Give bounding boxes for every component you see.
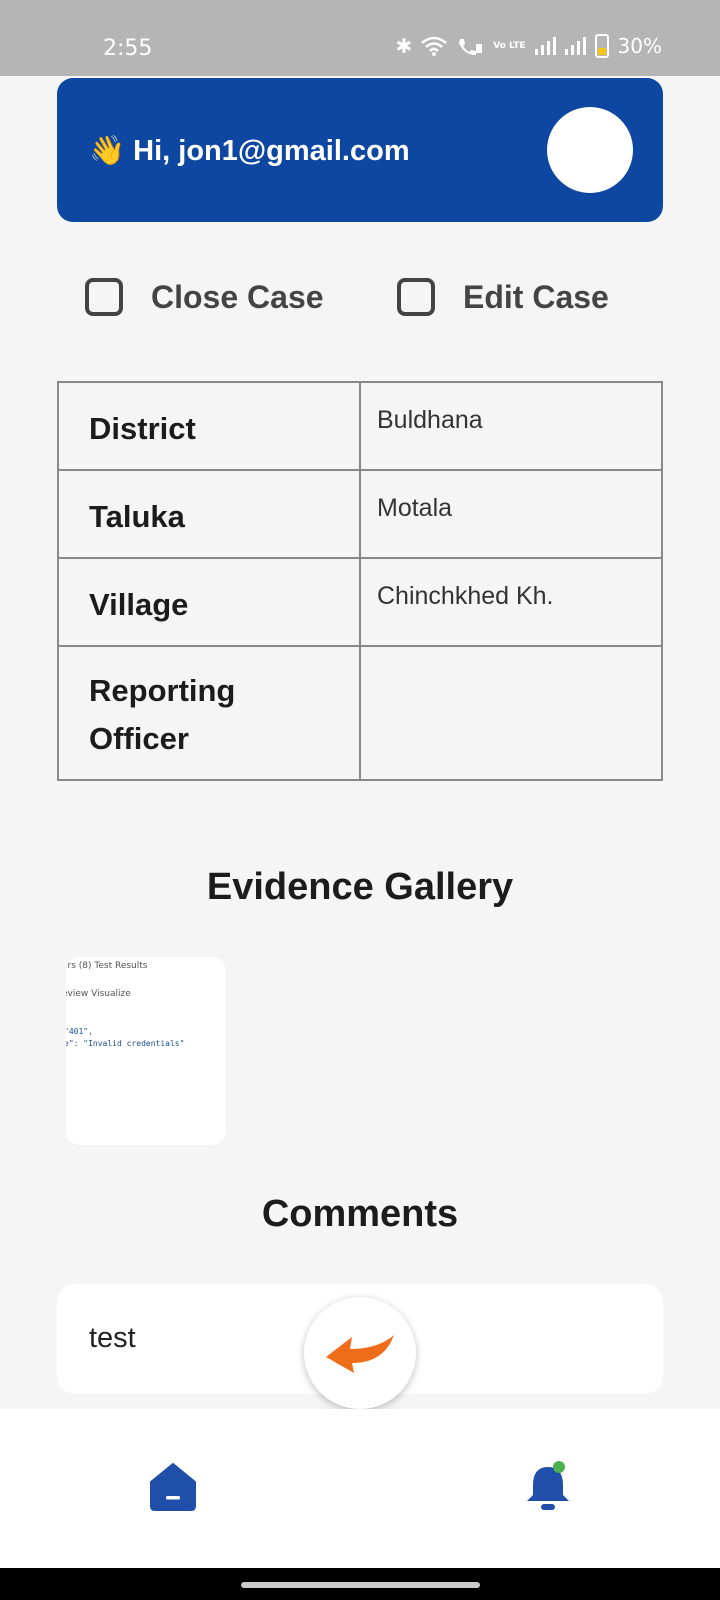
wifi-calling-icon	[459, 39, 483, 55]
greeting-card: 👋 Hi, jon1@gmail.com	[57, 78, 663, 222]
detail-value	[359, 645, 663, 781]
thumb-code-line: e": "Invalid credentials"	[66, 1039, 185, 1048]
detail-label: Taluka	[57, 469, 361, 559]
signal-icon	[564, 37, 586, 55]
table-row: Village Chinchkhed Kh.	[57, 557, 663, 647]
status-time: 2:55	[103, 36, 153, 61]
detail-value: Buldhana	[359, 381, 663, 471]
status-icons: ✱ Vo LTE 30%	[395, 34, 662, 58]
system-gesture-bar	[0, 1568, 720, 1600]
detail-label: Reporting Officer	[57, 645, 361, 781]
battery-charging-icon	[594, 34, 609, 58]
gesture-handle[interactable]	[241, 1582, 480, 1588]
evidence-gallery-title: Evidence Gallery	[206, 866, 514, 908]
wave-icon: 👋	[89, 135, 126, 167]
edit-case-label: Edit Case	[463, 278, 609, 315]
back-button[interactable]	[304, 1297, 416, 1409]
comment-text: test	[89, 1322, 136, 1354]
table-row: District Buldhana	[57, 381, 663, 471]
avatar[interactable]	[547, 107, 633, 193]
status-bar: 2:55 ✱ Vo LTE 30%	[0, 0, 720, 76]
home-icon[interactable]	[149, 1462, 197, 1512]
close-case-label: Close Case	[151, 278, 324, 315]
table-row: Taluka Motala	[57, 469, 663, 559]
bottom-nav	[0, 1409, 720, 1568]
case-details-table: District Buldhana Taluka Motala Village …	[57, 381, 663, 781]
greeting: 👋 Hi, jon1@gmail.com	[89, 134, 410, 168]
battery-percent: 30%	[617, 34, 662, 58]
thumb-toolbar-text: eview Visualize	[66, 989, 131, 999]
comments-title: Comments	[261, 1193, 459, 1235]
detail-value: Chinchkhed Kh.	[359, 557, 663, 647]
thumb-code-line: "401",	[66, 1027, 93, 1036]
close-case-option[interactable]: Close Case	[85, 278, 324, 316]
bluetooth-icon: ✱	[395, 34, 413, 58]
detail-value: Motala	[359, 469, 663, 559]
back-arrow-icon	[326, 1335, 394, 1373]
signal-icon	[534, 37, 556, 55]
thumb-tabs-text: ers (8) Test Results	[66, 961, 148, 971]
volte-icon: Vo LTE	[493, 40, 526, 51]
table-row: Reporting Officer	[57, 645, 663, 781]
notification-bell-icon[interactable]	[525, 1461, 571, 1513]
close-case-checkbox[interactable]	[85, 278, 123, 316]
edit-case-option[interactable]: Edit Case	[397, 278, 609, 316]
wifi-icon	[421, 36, 448, 56]
greeting-text: Hi, jon1@gmail.com	[133, 135, 410, 167]
detail-label: Village	[57, 557, 361, 647]
detail-label: District	[57, 381, 361, 471]
edit-case-checkbox[interactable]	[397, 278, 435, 316]
evidence-thumbnail[interactable]: ers (8) Test Results eview Visualize "40…	[66, 957, 226, 1145]
